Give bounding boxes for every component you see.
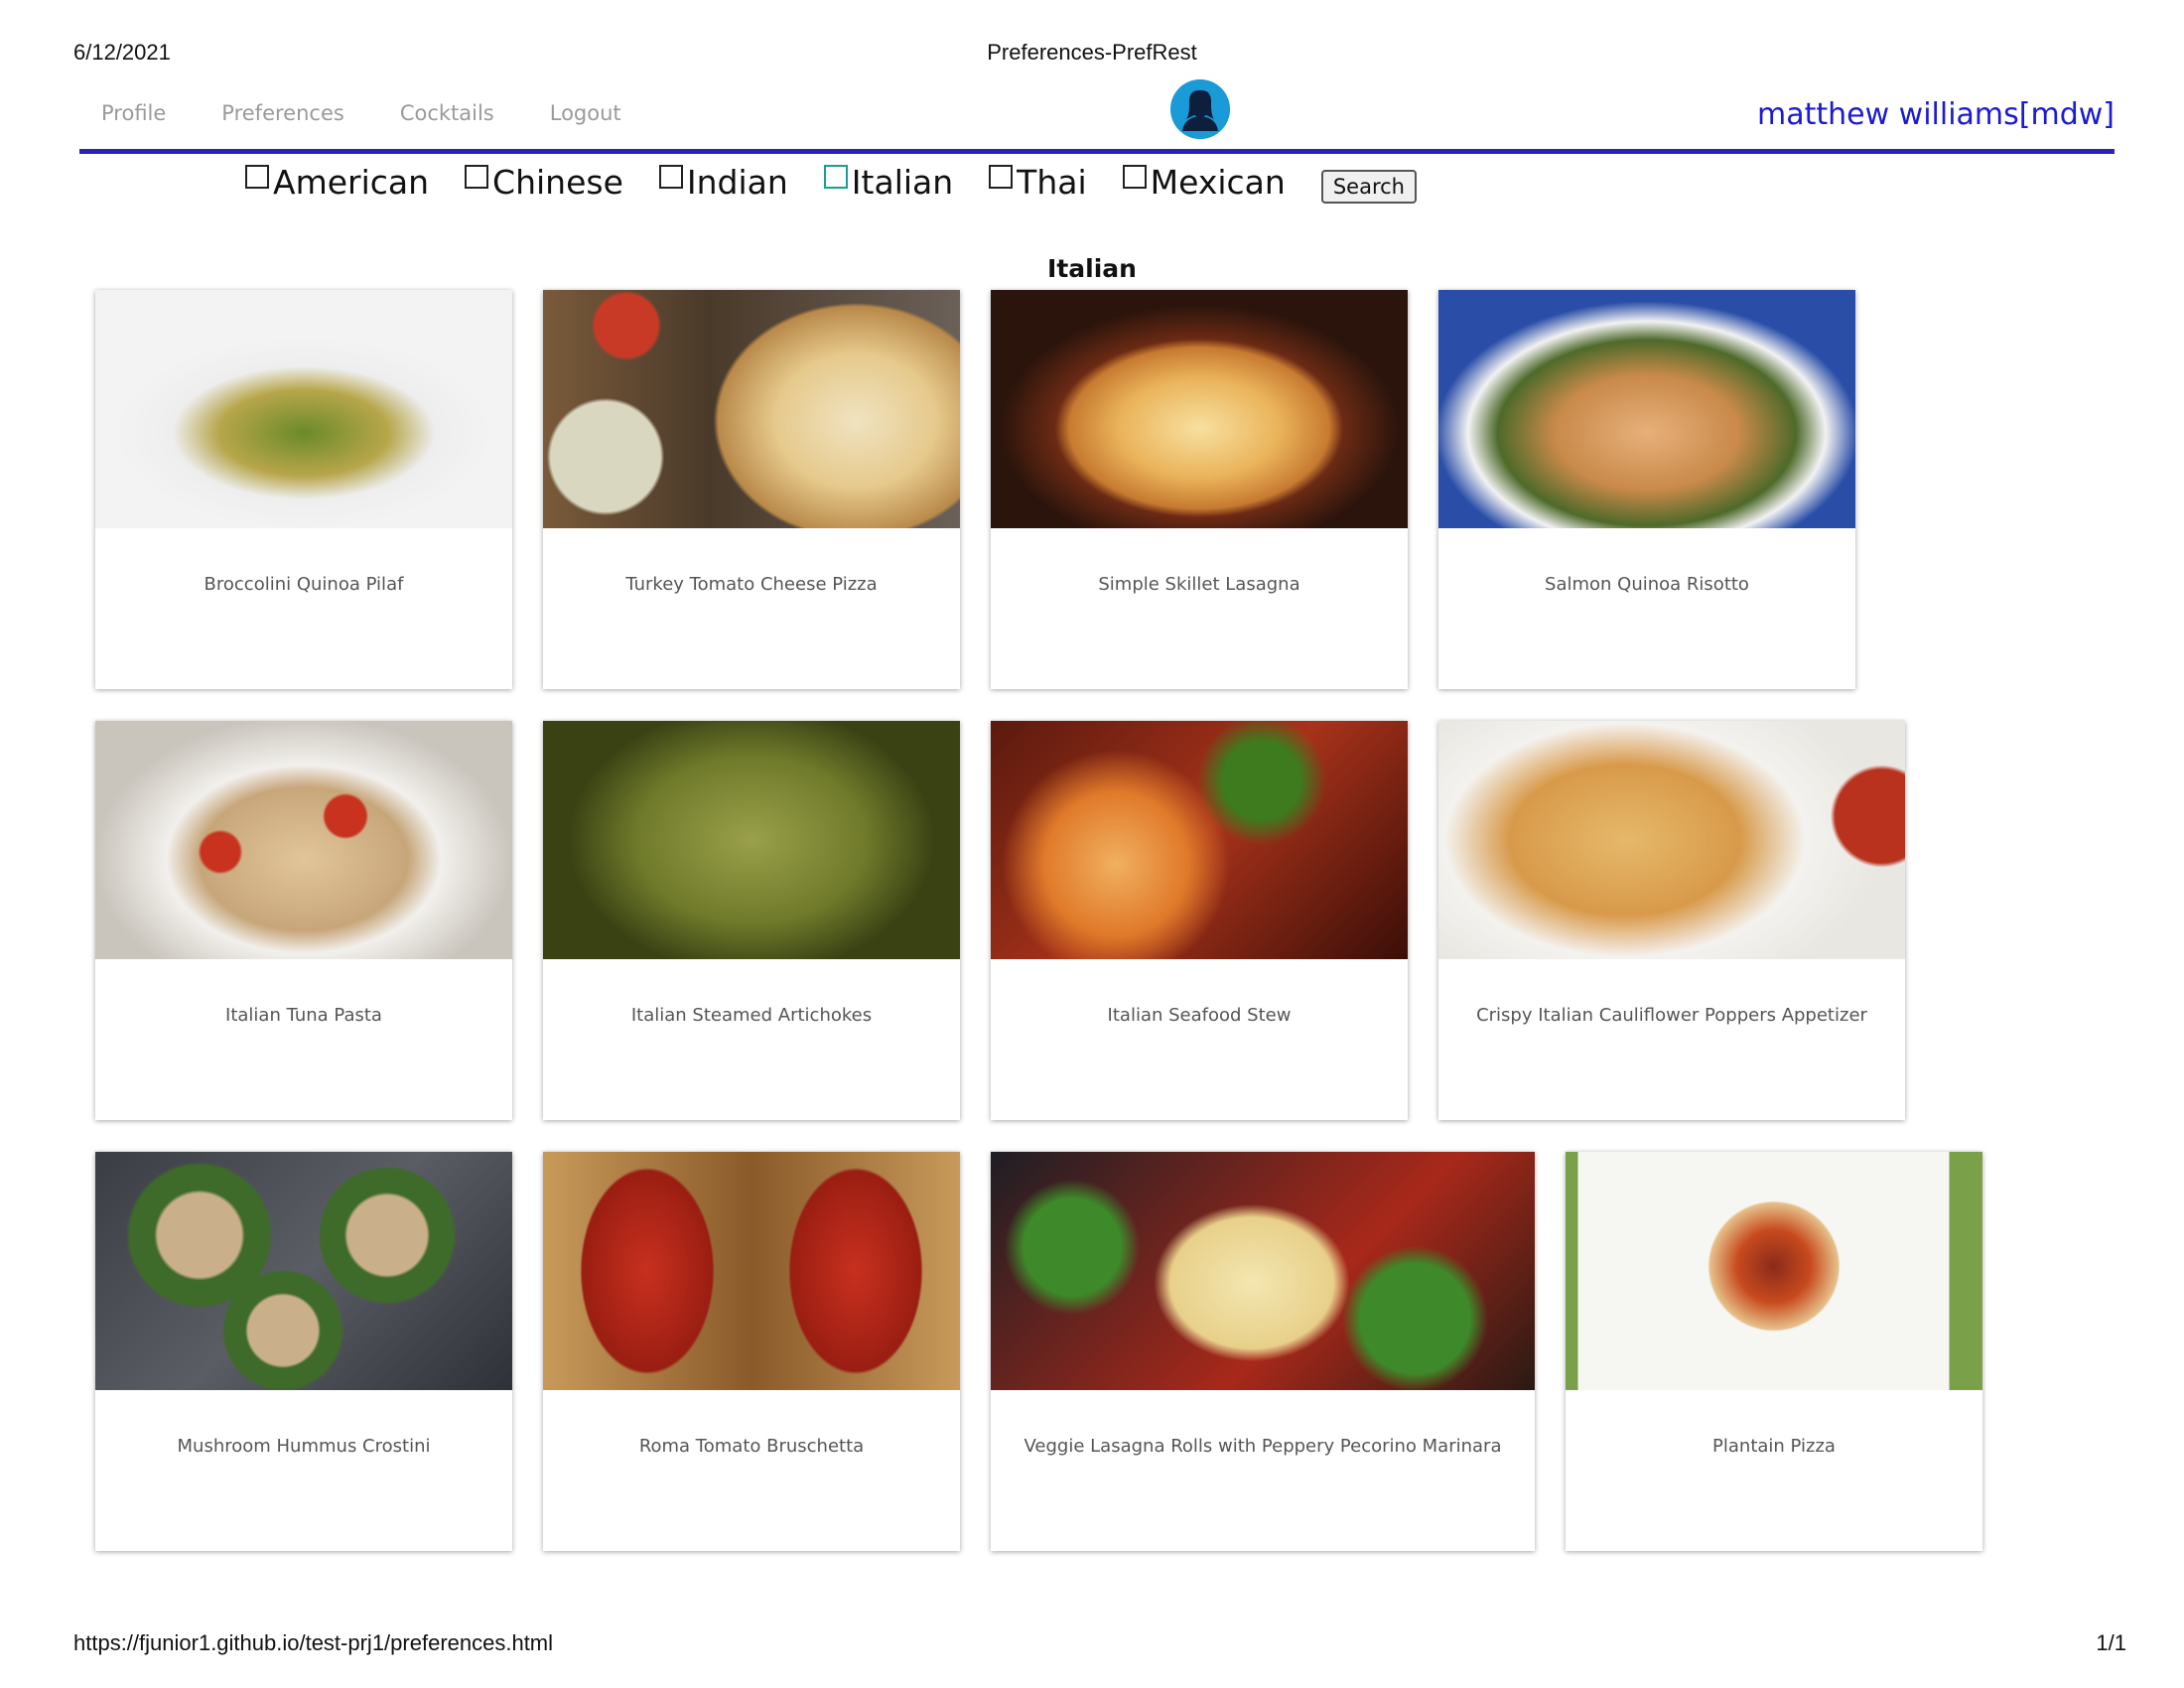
user-silhouette-icon[interactable] [1170,79,1230,139]
nav-link-logout[interactable]: Logout [550,101,621,125]
recipe-card[interactable]: Plantain Pizza [1566,1152,1982,1551]
recipe-photo [95,1152,512,1390]
recipe-photo [543,721,960,959]
checkbox-italian[interactable] [823,164,848,189]
recipe-card[interactable]: Turkey Tomato Cheese Pizza [543,290,960,689]
filter-italian[interactable]: Italian [823,163,954,202]
recipe-card[interactable]: Veggie Lasagna Rolls with Peppery Pecori… [991,1152,1535,1551]
recipe-photo [95,721,512,959]
nav-links: Profile Preferences Cocktails Logout [101,101,677,125]
checkbox-chinese[interactable] [465,164,489,189]
recipe-photo [991,721,1408,959]
recipe-title: Roma Tomato Bruschetta [638,1436,865,1457]
recipe-card[interactable]: Broccolini Quinoa Pilaf [95,290,512,689]
recipe-title: Salmon Quinoa Risotto [1545,574,1749,595]
nav-link-profile[interactable]: Profile [101,101,166,125]
filter-label: Mexican [1150,163,1286,202]
nav-link-preferences[interactable]: Preferences [221,101,344,125]
recipe-photo [991,1152,1535,1390]
recipe-title: Italian Seafood Stew [1107,1005,1292,1026]
recipe-card[interactable]: Roma Tomato Bruschetta [543,1152,960,1551]
recipe-photo [1438,721,1905,959]
recipe-title: Italian Steamed Artichokes [630,1005,873,1026]
recipe-title: Simple Skillet Lasagna [1098,574,1300,595]
checkbox-thai[interactable] [989,164,1014,189]
filter-chinese[interactable]: Chinese [465,163,623,202]
recipe-photo [543,1152,960,1390]
recipe-card[interactable]: Simple Skillet Lasagna [991,290,1408,689]
recipe-title: Mushroom Hummus Crostini [177,1436,431,1457]
recipe-card[interactable]: Italian Tuna Pasta [95,721,512,1120]
recipe-card[interactable]: Salmon Quinoa Risotto [1438,290,1855,689]
section-title: Italian [1047,254,1137,283]
filter-label: Thai [1017,163,1087,202]
recipe-photo [95,290,512,528]
recipe-title: Italian Tuna Pasta [225,1005,382,1026]
filter-american[interactable]: American [245,163,429,202]
recipe-title: Crispy Italian Cauliflower Poppers Appet… [1476,1005,1867,1026]
cuisine-filters: American Chinese Indian Italian Thai Mex… [245,163,1417,204]
search-button[interactable]: Search [1320,169,1417,204]
recipe-photo [991,290,1408,528]
recipe-card[interactable]: Crispy Italian Cauliflower Poppers Appet… [1438,721,1905,1120]
recipe-title: Plantain Pizza [1712,1436,1836,1457]
recipe-photo [1566,1152,1982,1390]
recipe-title: Broccolini Quinoa Pilaf [204,574,404,595]
filter-indian[interactable]: Indian [658,163,788,202]
checkbox-american[interactable] [245,164,269,189]
nav-divider [79,149,2115,154]
navbar: Profile Preferences Cocktails Logout mat… [79,79,2115,149]
filter-label: American [273,163,430,202]
recipe-title: Turkey Tomato Cheese Pizza [625,574,878,595]
checkbox-mexican[interactable] [1122,164,1147,189]
filter-label: Chinese [492,163,623,202]
recipe-title: Veggie Lasagna Rolls with Peppery Pecori… [1024,1436,1502,1457]
checkbox-indian[interactable] [658,164,683,189]
recipe-card[interactable]: Italian Steamed Artichokes [543,721,960,1120]
recipe-card[interactable]: Mushroom Hummus Crostini [95,1152,512,1551]
recipe-photo [1438,290,1855,528]
filter-label: Indian [686,163,788,202]
recipe-photo [543,290,960,528]
recipe-card[interactable]: Italian Seafood Stew [991,721,1408,1120]
print-url: https://fjunior1.github.io/test-prj1/pre… [73,1630,554,1655]
filter-label: Italian [851,163,954,202]
print-title: Preferences-PrefRest [987,40,1197,65]
filter-mexican[interactable]: Mexican [1122,163,1286,202]
print-page-number: 1/1 [2096,1630,2126,1655]
user-name-link[interactable]: matthew williams[mdw] [1757,97,2115,132]
filter-thai[interactable]: Thai [989,163,1087,202]
nav-link-cocktails[interactable]: Cocktails [400,101,494,125]
